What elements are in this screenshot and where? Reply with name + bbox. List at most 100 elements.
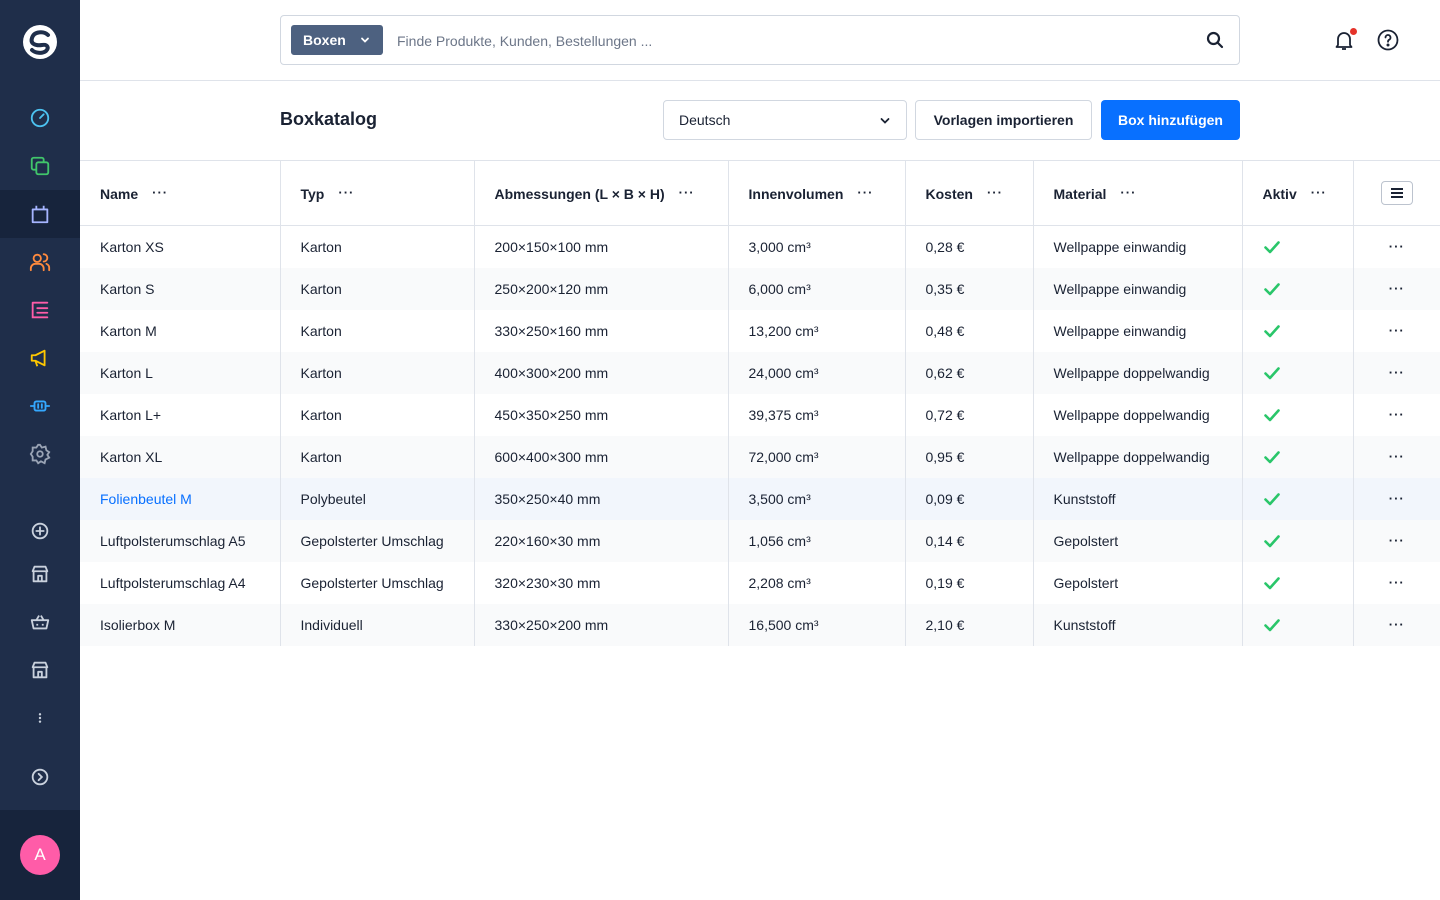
- column-header-active[interactable]: Aktiv ···: [1241, 160, 1353, 226]
- cell-dimensions: 400×300×200 mm: [473, 351, 728, 394]
- column-header-name[interactable]: Name ···: [80, 160, 280, 226]
- chevron-down-icon: [880, 118, 890, 124]
- cell-name[interactable]: Karton XL: [80, 435, 280, 478]
- cell-name[interactable]: Karton L: [80, 351, 280, 394]
- nav-orders[interactable]: [0, 190, 80, 238]
- nav-customers[interactable]: [0, 238, 80, 286]
- cell-inner-volume: 24,000 cm³: [727, 351, 905, 394]
- cell-name[interactable]: Karton S: [80, 267, 280, 310]
- help-icon[interactable]: [1376, 28, 1400, 52]
- column-menu-button[interactable]: ···: [338, 185, 354, 200]
- cell-dimensions: 600×400×300 mm: [473, 435, 728, 478]
- cell-inner-volume: 1,056 cm³: [727, 519, 905, 562]
- storefront-2-icon: [31, 661, 49, 679]
- cell-active: [1241, 351, 1353, 394]
- table-row[interactable]: Karton XS Karton 200×150×100 mm 3,000 cm…: [80, 225, 1440, 268]
- table-row[interactable]: Karton XL Karton 600×400×300 mm 72,000 c…: [80, 435, 1440, 478]
- check-icon: [1263, 616, 1333, 634]
- row-actions-button[interactable]: ···: [1374, 239, 1421, 254]
- row-actions-button[interactable]: ···: [1374, 281, 1421, 296]
- nav-storefront-2[interactable]: [0, 646, 80, 694]
- language-select[interactable]: Deutsch: [663, 100, 907, 140]
- row-actions-button[interactable]: ···: [1374, 365, 1421, 380]
- nav-marketing[interactable]: [0, 334, 80, 382]
- brand-logo-icon[interactable]: [22, 24, 58, 60]
- search-type-dropdown[interactable]: Boxen: [291, 25, 383, 55]
- nav-expand-sidebar[interactable]: [0, 753, 80, 801]
- table-row[interactable]: Karton L+ Karton 450×350×250 mm 39,375 c…: [80, 393, 1440, 436]
- table-row[interactable]: Isolierbox M Individuell 330×250×200 mm …: [80, 603, 1440, 646]
- nav-dashboard[interactable]: [0, 94, 80, 142]
- column-header-type[interactable]: Typ ···: [279, 160, 474, 226]
- cell-type: Polybeutel: [279, 477, 474, 520]
- table-row[interactable]: Karton M Karton 330×250×160 mm 13,200 cm…: [80, 309, 1440, 352]
- nav-content[interactable]: [0, 286, 80, 334]
- search-icon[interactable]: [1205, 30, 1225, 50]
- row-actions-button[interactable]: ···: [1374, 575, 1421, 590]
- nav-more[interactable]: [0, 694, 80, 742]
- column-menu-button[interactable]: ···: [857, 185, 873, 200]
- row-actions-button[interactable]: ···: [1374, 323, 1421, 338]
- cell-name[interactable]: Folienbeutel M: [80, 477, 280, 520]
- cell-material: Wellpappe doppelwandig: [1032, 351, 1242, 394]
- cell-active: [1241, 267, 1353, 310]
- cell-row-actions: ···: [1352, 561, 1440, 604]
- extensions-icon: [29, 400, 51, 412]
- table-row[interactable]: Folienbeutel M Polybeutel 350×250×40 mm …: [80, 477, 1440, 520]
- cell-name[interactable]: Karton XS: [80, 226, 280, 268]
- table-row[interactable]: Luftpolsterumschlag A5 Gepolsterter Umsc…: [80, 519, 1440, 562]
- add-box-button[interactable]: Box hinzufügen: [1101, 100, 1240, 140]
- cell-row-actions: ···: [1352, 393, 1440, 436]
- search-input[interactable]: [397, 28, 1177, 54]
- check-icon: [1263, 364, 1333, 382]
- row-actions-button[interactable]: ···: [1374, 491, 1421, 506]
- row-actions-button[interactable]: ···: [1374, 617, 1421, 632]
- column-menu-button[interactable]: ···: [152, 185, 168, 200]
- table-row[interactable]: Karton L Karton 400×300×200 mm 24,000 cm…: [80, 351, 1440, 394]
- basket-icon: [30, 615, 50, 630]
- cell-material: Wellpappe einwandig: [1032, 309, 1242, 352]
- nav-catalogues[interactable]: [0, 142, 80, 190]
- cell-inner-volume: 39,375 cm³: [727, 393, 905, 436]
- cell-active: [1241, 477, 1353, 520]
- column-settings: [1352, 160, 1440, 226]
- nav-settings[interactable]: [0, 430, 80, 478]
- column-header-dimensions[interactable]: Abmessungen (L × B × H) ···: [473, 160, 728, 226]
- cell-inner-volume: 3,000 cm³: [727, 225, 905, 268]
- cell-name[interactable]: Luftpolsterumschlag A4: [80, 562, 280, 604]
- row-actions-button[interactable]: ···: [1374, 407, 1421, 422]
- nav-basket[interactable]: [0, 598, 80, 646]
- row-actions-button[interactable]: ···: [1374, 449, 1421, 464]
- cell-material: Gepolstert: [1032, 561, 1242, 604]
- table-row[interactable]: Karton S Karton 250×200×120 mm 6,000 cm³…: [80, 267, 1440, 310]
- column-menu-button[interactable]: ···: [987, 185, 1003, 200]
- column-menu-button[interactable]: ···: [679, 185, 695, 200]
- nav-extensions[interactable]: [0, 382, 80, 430]
- cell-name[interactable]: Luftpolsterumschlag A5: [80, 519, 280, 562]
- cell-row-actions: ···: [1352, 309, 1440, 352]
- column-menu-button[interactable]: ···: [1311, 185, 1327, 200]
- row-actions-button[interactable]: ···: [1374, 533, 1421, 548]
- column-menu-button[interactable]: ···: [1120, 185, 1136, 200]
- nav-add-sales-channel[interactable]: [0, 507, 80, 555]
- column-header-material[interactable]: Material ···: [1032, 160, 1242, 226]
- settings-icon: [29, 443, 51, 465]
- column-header-cost[interactable]: Kosten ···: [904, 160, 1033, 226]
- cell-active: [1241, 603, 1353, 646]
- cell-row-actions: ···: [1352, 435, 1440, 478]
- avatar[interactable]: A: [20, 835, 60, 875]
- check-icon: [1263, 322, 1333, 340]
- cell-type: Karton: [279, 435, 474, 478]
- cell-name[interactable]: Isolierbox M: [80, 603, 280, 646]
- column-settings-button[interactable]: [1380, 181, 1413, 205]
- cell-name[interactable]: Karton L+: [80, 394, 280, 436]
- nav-storefront[interactable]: [0, 550, 80, 598]
- table-row[interactable]: Luftpolsterumschlag A4 Gepolsterter Umsc…: [80, 561, 1440, 604]
- import-templates-button[interactable]: Vorlagen importieren: [915, 100, 1092, 140]
- sidebar-user-area: A: [0, 810, 80, 900]
- cell-name[interactable]: Karton M: [80, 310, 280, 352]
- cell-active: [1241, 225, 1353, 268]
- orders-bag-icon: [31, 205, 49, 224]
- column-header-inner-volume[interactable]: Innenvolumen ···: [727, 160, 905, 226]
- customers-icon: [29, 253, 51, 272]
